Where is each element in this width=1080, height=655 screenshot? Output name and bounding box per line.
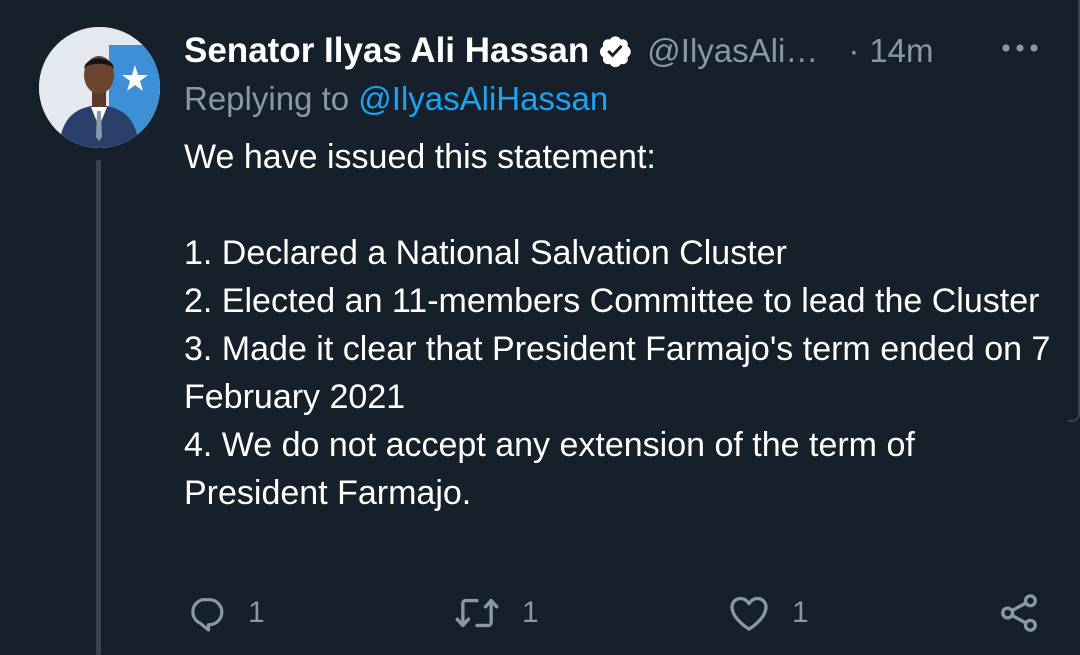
like-count: 1 [792, 596, 809, 629]
retweet-icon [454, 593, 500, 633]
scroll-indicator [1068, 0, 1080, 422]
verified-badge-icon [597, 33, 633, 69]
avatar[interactable] [39, 27, 160, 148]
tweet-line: 4. We do not accept any extension of the… [184, 426, 915, 512]
replying-to-mention[interactable]: @IlyasAliHassan [358, 80, 608, 117]
retweet-button[interactable]: 1 [454, 588, 539, 638]
tweet-line: We have issued this statement: [184, 138, 656, 176]
tweet-line: 2. Elected an 11-members Committee to le… [184, 282, 1040, 320]
tweet-actions: 1 1 1 [0, 588, 1080, 638]
author-handle[interactable]: @IlyasAli… [647, 32, 818, 70]
reply-icon [186, 593, 226, 633]
more-options-icon[interactable] [1000, 38, 1040, 58]
reply-count: 1 [248, 596, 265, 629]
share-button[interactable] [998, 588, 1040, 638]
author-name[interactable]: Senator Ilyas Ali Hassan [184, 31, 589, 71]
heart-icon [728, 593, 770, 633]
thread-line [96, 160, 101, 655]
tweet-header: Senator Ilyas Ali Hassan @IlyasAli… · 14… [184, 26, 934, 76]
reply-button[interactable]: 1 [186, 588, 265, 638]
retweet-count: 1 [522, 596, 539, 629]
replying-to-label: Replying to [184, 80, 350, 117]
tweet[interactable]: Senator Ilyas Ali Hassan @IlyasAli… · 14… [0, 0, 1080, 655]
tweet-timestamp[interactable]: 14m [869, 32, 933, 70]
like-button[interactable]: 1 [728, 588, 809, 638]
separator-dot: · [848, 32, 860, 69]
tweet-line: 1. Declared a National Salvation Cluster [184, 234, 787, 272]
tweet-text: We have issued this statement: 1. Declar… [184, 133, 1054, 517]
tweet-line: 3. Made it clear that President Farmajo'… [184, 330, 1051, 416]
avatar-image [39, 27, 160, 148]
replying-to: Replying to @IlyasAliHassan [184, 80, 608, 118]
share-icon [998, 592, 1040, 634]
